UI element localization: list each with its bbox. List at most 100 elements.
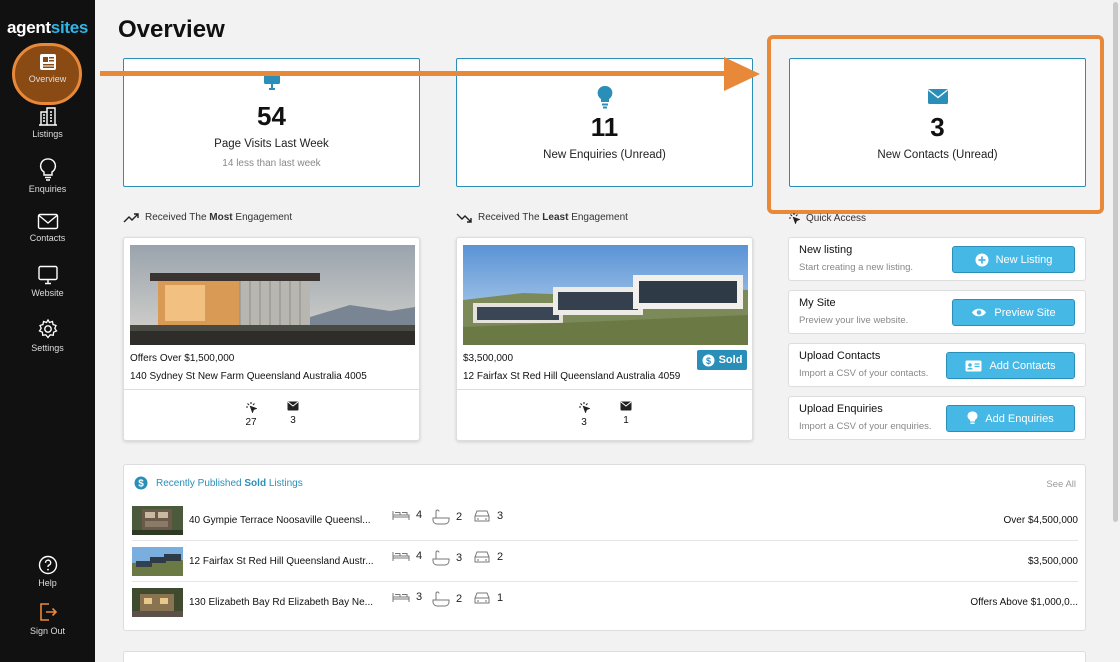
table-row[interactable]: 40 Gympie Terrace Noosaville Queensl... … <box>132 501 1078 541</box>
listing-thumbnail <box>132 588 183 617</box>
sidebar-item-listings[interactable]: Listings <box>0 106 95 139</box>
listing-address: 12 Fairfax St Red Hill Queensland Austra… <box>463 371 681 382</box>
table-row[interactable]: 130 Elizabeth Bay Rd Elizabeth Bay Ne...… <box>132 583 1078 623</box>
car-spaces: 1 <box>473 591 503 605</box>
logo-part-agent: agent <box>6 18 51 37</box>
bath-icon <box>432 509 450 525</box>
sign-out-icon <box>39 603 57 621</box>
listing-price: $3,500,000 <box>463 353 514 364</box>
building-icon <box>38 107 57 126</box>
quick-access-upload-enquiries: Upload Enquiries Import a CSV of your en… <box>788 396 1086 440</box>
car-icon <box>474 592 490 604</box>
sidebar-item-label: Overview <box>28 74 67 84</box>
logo-part-sites: sites <box>50 18 89 37</box>
stat-number: 54 <box>257 101 286 131</box>
bed-icon <box>392 593 410 602</box>
gear-icon <box>38 318 57 339</box>
dollar-icon: $ <box>134 476 148 490</box>
lightbulb-icon <box>457 85 752 109</box>
sidebar-item-label: Enquiries <box>28 184 67 194</box>
quick-access-title: New listing <box>799 244 853 256</box>
bedrooms: 3 <box>392 591 422 603</box>
quick-access-title: Upload Contacts <box>799 350 881 362</box>
stat-label: New Enquiries (Unread) <box>543 149 666 161</box>
quick-access-title: Upload Enquiries <box>799 403 883 415</box>
eye-icon <box>972 308 987 317</box>
sold-badge: $ Sold <box>697 350 747 370</box>
sidebar-item-contacts[interactable]: Contacts <box>0 213 95 243</box>
bedrooms: 4 <box>392 509 422 521</box>
lightbulb-icon <box>39 158 56 181</box>
annotation-highlight-box <box>767 35 1104 214</box>
sidebar: agentsites Overview Listings Enquiries C… <box>0 0 95 662</box>
stat-card-new-enquiries[interactable]: 11 New Enquiries (Unread) <box>456 58 753 187</box>
preview-site-button[interactable]: Preview Site <box>952 299 1075 326</box>
sidebar-item-label: Sign Out <box>29 626 66 636</box>
add-enquiries-button[interactable]: Add Enquiries <box>946 405 1075 432</box>
listing-thumbnail <box>132 506 183 535</box>
new-listing-button[interactable]: New Listing <box>952 246 1075 273</box>
sold-listing-price: Over $4,500,000 <box>1003 515 1079 526</box>
listing-address: 140 Sydney St New Farm Queensland Austra… <box>130 371 367 382</box>
sold-listing-address: 12 Fairfax St Red Hill Queensland Austr.… <box>189 556 374 567</box>
sidebar-item-sign-out[interactable]: Sign Out <box>0 601 95 636</box>
annotation-arrow-head <box>724 57 760 91</box>
recently-sold-heading: $ Recently Published Sold Listings <box>134 476 303 490</box>
help-icon <box>38 555 57 575</box>
quick-access-title: My Site <box>799 297 836 309</box>
sidebar-item-enquiries[interactable]: Enquiries <box>0 157 95 194</box>
stat-number: 11 <box>590 112 619 142</box>
sold-listing-price: $3,500,000 <box>1027 556 1078 567</box>
listing-thumbnail <box>132 547 183 576</box>
car-icon <box>474 510 490 522</box>
sidebar-item-label: Website <box>31 288 64 298</box>
quick-access-my-site: My Site Preview your live website. Previ… <box>788 290 1086 334</box>
sidebar-item-overview[interactable]: Overview <box>0 53 95 84</box>
table-row[interactable]: 12 Fairfax St Red Hill Queensland Austr.… <box>132 542 1078 582</box>
bathrooms: 3 <box>432 550 462 566</box>
bath-icon <box>432 550 450 566</box>
monitor-icon <box>124 72 419 99</box>
message-count: 1 <box>611 401 641 426</box>
sold-listing-address: 130 Elizabeth Bay Rd Elizabeth Bay Ne... <box>189 597 373 608</box>
next-panel <box>123 651 1086 662</box>
sold-listing-price: Offers Above $1,000,0... <box>970 597 1078 608</box>
quick-access-subtitle: Preview your live website. <box>799 315 909 326</box>
most-engagement-listing-card[interactable]: Offers Over $1,500,000 140 Sydney St New… <box>123 237 420 441</box>
stat-card-page-visits[interactable]: 54 Page Visits Last Week 14 less than la… <box>123 58 420 187</box>
envelope-icon <box>287 401 299 411</box>
listing-photo <box>130 245 415 345</box>
quick-access-new-listing: New listing Start creating a new listing… <box>788 237 1086 281</box>
contact-card-icon <box>965 360 982 371</box>
logo[interactable]: agentsites <box>0 18 95 38</box>
envelope-icon <box>620 401 632 411</box>
sidebar-item-label: Settings <box>31 343 64 353</box>
bathrooms: 2 <box>432 509 462 525</box>
quick-access-heading: Quick Access <box>788 212 866 224</box>
quick-access-subtitle: Import a CSV of your contacts. <box>799 368 929 379</box>
stat-subtext: 14 less than last week <box>222 158 321 169</box>
card-divider <box>124 389 419 390</box>
car-spaces: 3 <box>473 509 503 523</box>
most-engagement-heading: Received The Most Engagement <box>123 212 292 223</box>
sidebar-item-settings[interactable]: Settings <box>0 318 95 353</box>
dollar-icon: $ <box>702 354 715 366</box>
see-all-link[interactable]: See All <box>1046 479 1076 490</box>
stat-label: Page Visits Last Week <box>214 138 329 150</box>
add-contacts-button[interactable]: Add Contacts <box>946 352 1075 379</box>
card-divider <box>457 389 752 390</box>
vertical-scrollbar[interactable] <box>1113 2 1118 522</box>
sidebar-item-label: Listings <box>32 129 63 139</box>
newspaper-icon <box>39 54 56 70</box>
listing-photo <box>463 245 748 345</box>
listing-price: Offers Over $1,500,000 <box>130 353 235 364</box>
quick-access-upload-contacts: Upload Contacts Import a CSV of your con… <box>788 343 1086 387</box>
sidebar-item-help[interactable]: Help <box>0 555 95 588</box>
bathrooms: 2 <box>432 591 462 607</box>
message-count: 3 <box>278 401 308 426</box>
least-engagement-heading: Received The Least Engagement <box>456 212 628 223</box>
lightbulb-icon <box>967 411 978 424</box>
least-engagement-listing-card[interactable]: $ Sold $3,500,000 12 Fairfax St Red Hill… <box>456 237 753 441</box>
trend-down-icon <box>456 213 472 223</box>
sidebar-item-website[interactable]: Website <box>0 265 95 298</box>
